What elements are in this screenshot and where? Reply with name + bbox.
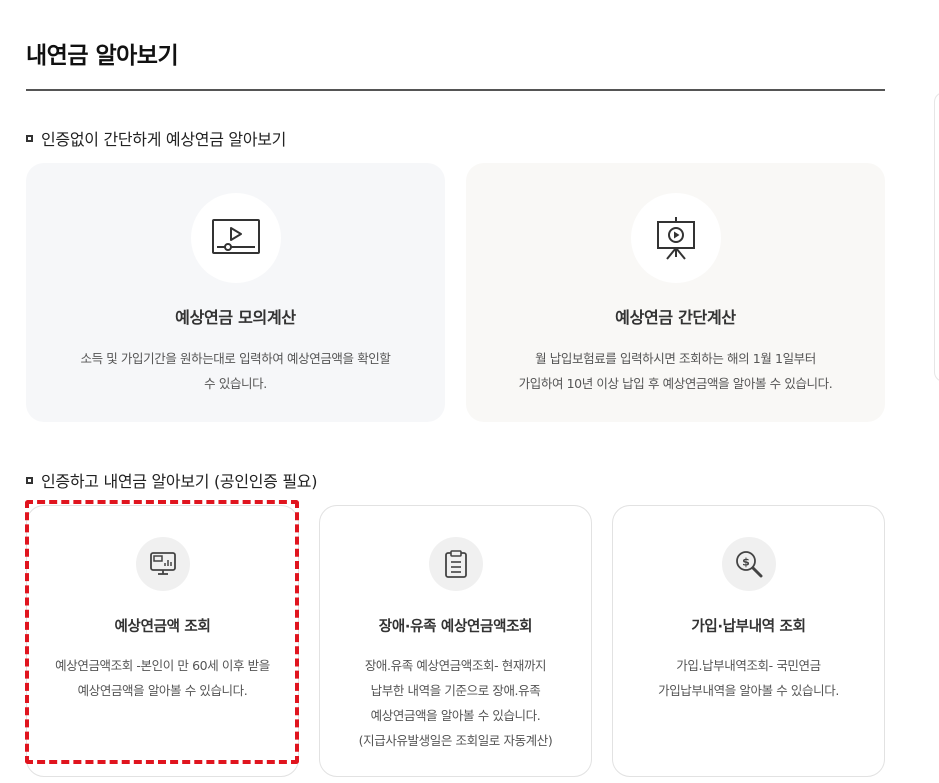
card-title: 예상연금 간단계산: [615, 308, 736, 327]
card-description: 장애.유족 예상연금액조회- 현재까지 납부한 내역을 기준으로 장애.유족 예…: [320, 653, 591, 753]
desc-line: 월 납입보험료를 입력하시면 조회하는 해의 1월 1일부터: [535, 351, 816, 366]
title-divider: [26, 89, 885, 91]
card-title: 가입·납부내역 조회: [691, 619, 806, 635]
card-description: 소득 및 가입기간을 원하는대로 입력하여 예상연금액을 확인할 수 있습니다.: [26, 346, 445, 396]
section-no-auth-label: 인증없이 간단하게 예상연금 알아보기: [41, 130, 287, 149]
card-subscription-payment-inquiry[interactable]: $ 가입·납부내역 조회 가입.납부내역조회- 국민연금 가입납부내역을 알아볼…: [612, 505, 885, 777]
card-title: 예상연금 모의계산: [175, 308, 296, 327]
video-play-icon: [190, 193, 281, 283]
card-title: 예상연금액 조회: [114, 619, 211, 635]
desc-line: 예상연금액조회 -본인이 만 60세 이후 받을: [55, 658, 270, 673]
desc-line: 예상연금액을 알아볼 수 있습니다.: [77, 683, 248, 698]
desc-line: 가입납부내역을 알아볼 수 있습니다.: [658, 683, 839, 698]
card-disability-survivor-inquiry[interactable]: 장애·유족 예상연금액조회 장애.유족 예상연금액조회- 현재까지 납부한 내역…: [319, 505, 592, 777]
card-simple-calc[interactable]: 예상연금 간단계산 월 납입보험료를 입력하시면 조회하는 해의 1월 1일부터…: [466, 163, 885, 422]
desc-line: 가입하여 10년 이상 납입 후 예상연금액을 알아볼 수 있습니다.: [518, 376, 833, 391]
card-description: 월 납입보험료를 입력하시면 조회하는 해의 1월 1일부터 가입하여 10년 …: [466, 346, 885, 396]
desc-line: 수 있습니다.: [204, 376, 267, 391]
square-bullet-icon: [26, 476, 33, 484]
card-description: 예상연금액조회 -본인이 만 60세 이후 받을 예상연금액을 알아볼 수 있습…: [27, 653, 298, 703]
desc-line: (지급사유발생일은 조회일로 자동계산): [358, 733, 553, 748]
desc-line: 소득 및 가입기간을 원하는대로 입력하여 예상연금액을 확인할: [80, 351, 391, 366]
page-title: 내연금 알아보기: [26, 43, 179, 69]
card-description: 가입.납부내역조회- 국민연금 가입납부내역을 알아볼 수 있습니다.: [613, 653, 884, 703]
presentation-board-icon: [630, 193, 721, 283]
desc-line: 납부한 내역을 기준으로 장애.유족: [370, 683, 541, 698]
card-simulation-calc[interactable]: 예상연금 모의계산 소득 및 가입기간을 원하는대로 입력하여 예상연금액을 확…: [26, 163, 445, 422]
desc-line: 예상연금액을 알아볼 수 있습니다.: [370, 708, 541, 723]
side-panel-edge: [934, 92, 939, 382]
svg-text:$: $: [742, 556, 750, 569]
desc-line: 장애.유족 예상연금액조회- 현재까지: [364, 658, 547, 673]
coin-search-icon: $: [721, 537, 776, 591]
section-no-auth-title: 인증없이 간단하게 예상연금 알아보기: [26, 126, 286, 150]
square-bullet-icon: [26, 134, 33, 142]
card-expected-pension-inquiry[interactable]: 예상연금액 조회 예상연금액조회 -본인이 만 60세 이후 받을 예상연금액을…: [26, 505, 299, 777]
card-title: 장애·유족 예상연금액조회: [378, 619, 533, 635]
section-auth-title: 인증하고 내연금 알아보기 (공인인증 필요): [26, 468, 317, 492]
desc-line: 가입.납부내역조회- 국민연금: [676, 658, 821, 673]
clipboard-icon: [428, 537, 483, 591]
monitor-chart-icon: [135, 537, 190, 591]
section-auth-label: 인증하고 내연금 알아보기 (공인인증 필요): [41, 472, 318, 491]
